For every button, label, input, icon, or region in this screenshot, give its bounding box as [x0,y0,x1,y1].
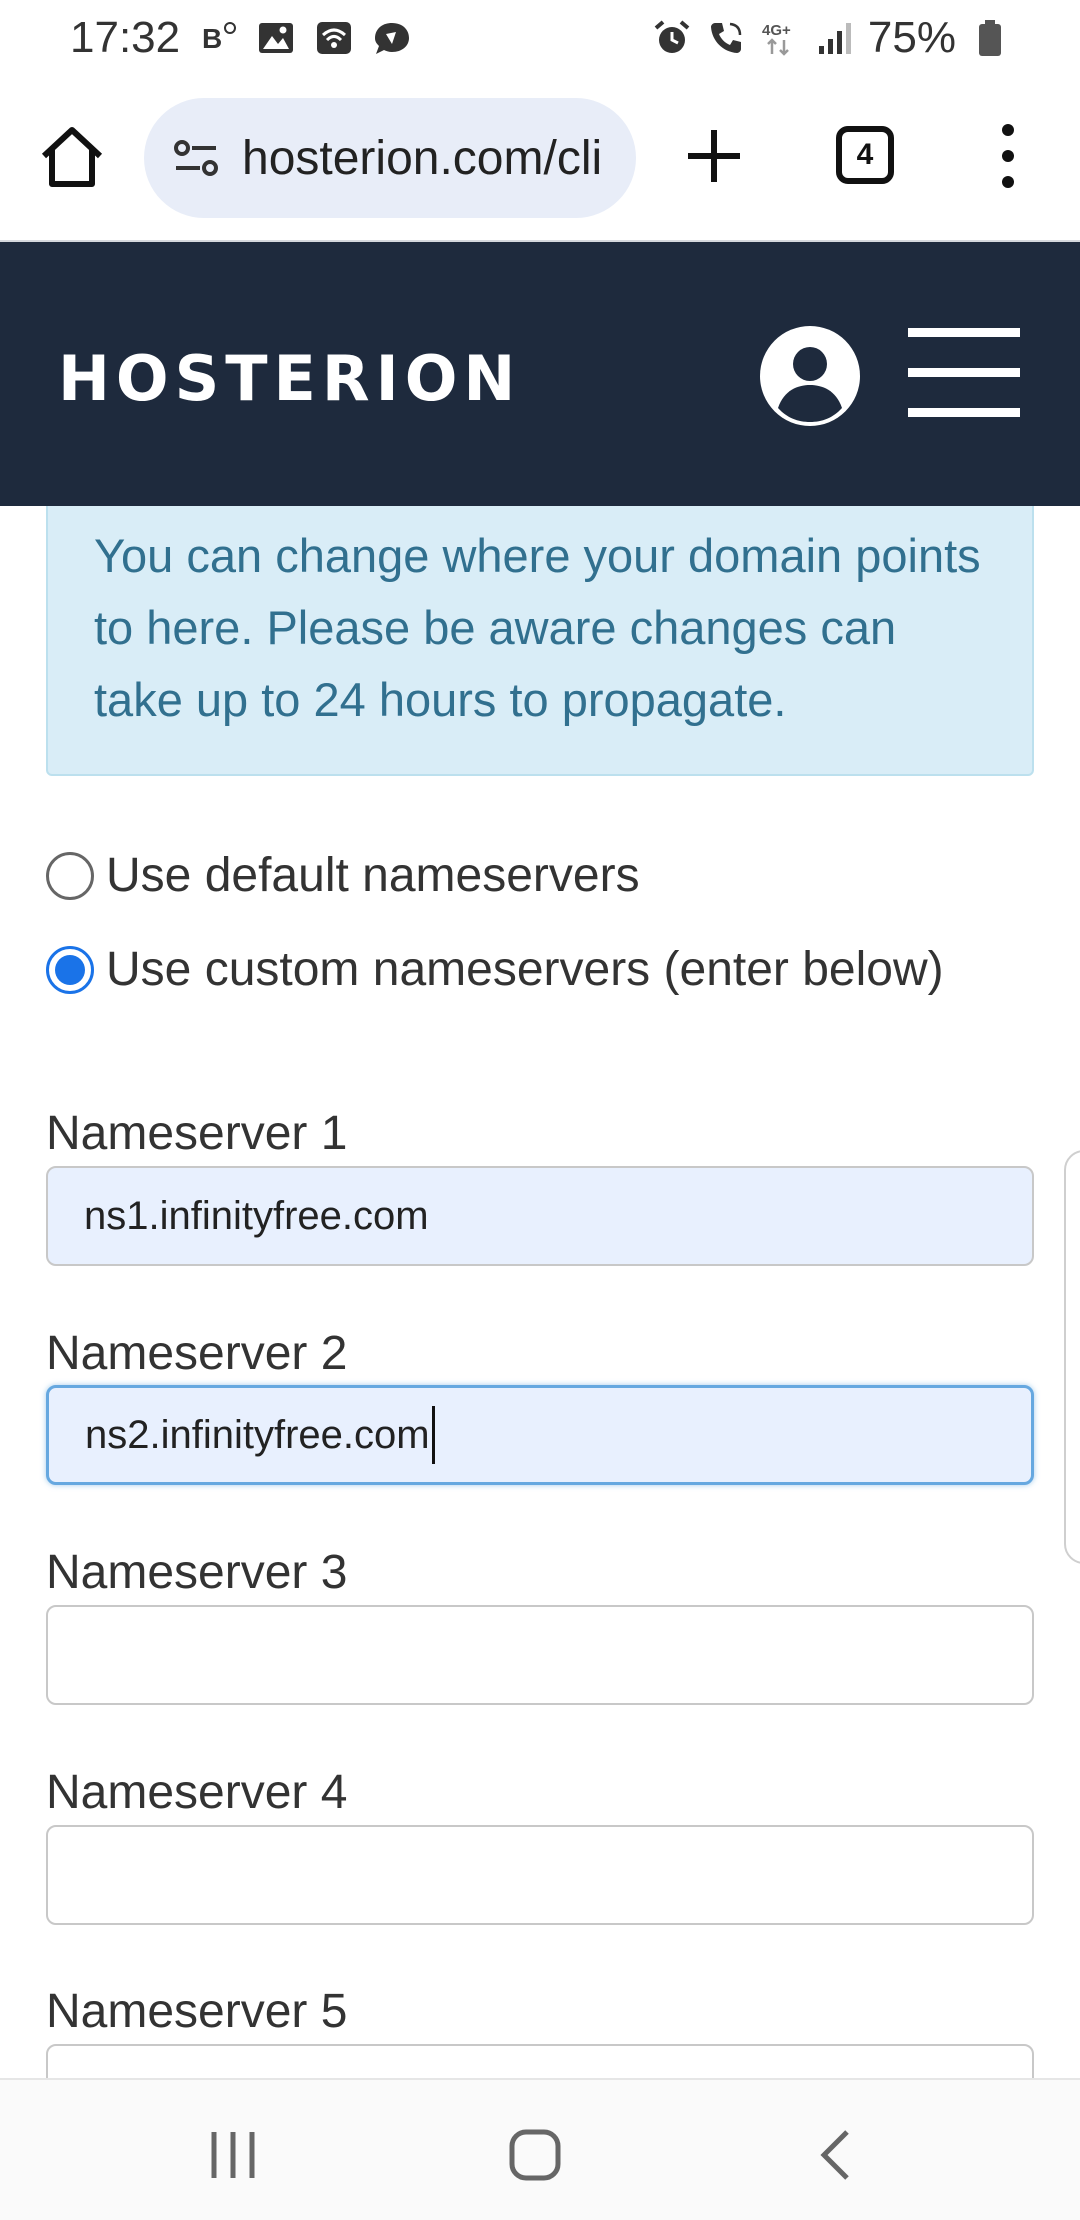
site-header: HOSTERION [0,242,1080,506]
account-button[interactable] [758,324,862,428]
nameserver-3-input[interactable] [46,1605,1034,1705]
b-app-notification-icon: B [198,18,238,58]
nameserver-5-input[interactable] [46,2044,1034,2078]
more-vert-icon [1002,124,1014,188]
svg-text:B: B [202,23,222,54]
chat-notification-icon [372,18,412,58]
nameserver-4-label: Nameserver 4 [46,1766,348,1819]
hamburger-line-2 [908,368,1020,377]
tab-switcher-button[interactable]: 4 [836,126,894,184]
status-right: 4G+ 75% [652,13,1010,63]
home-nav-button[interactable] [500,2120,570,2190]
nameserver-1-input[interactable]: ns1.infinityfree.com [46,1166,1034,1266]
tab-count: 4 [856,138,874,171]
back-button[interactable] [802,2120,872,2190]
nameserver-4-input[interactable] [46,1825,1034,1925]
browser-menu-button[interactable] [988,120,1028,192]
gallery-notification-icon [256,18,296,58]
radio-custom-nameservers[interactable]: Use custom nameservers (enter below) [46,942,944,997]
status-left: 17:32 B [70,13,412,63]
battery-percent: 75% [867,13,956,62]
radio-default-nameservers[interactable]: Use default nameservers [46,848,640,903]
nameserver-3-label: Nameserver 3 [46,1546,348,1599]
nameserver-1-label: Nameserver 1 [46,1107,348,1160]
home-icon [41,127,103,187]
account-circle-icon [760,326,860,426]
info-alert: You can change where your domain points … [46,506,1034,776]
recent-apps-icon [211,2132,255,2178]
home-square-icon [509,2129,561,2181]
nameserver-2-label: Nameserver 2 [46,1327,348,1380]
hamburger-line-1 [908,328,1020,337]
browser-toolbar: hosterion.com/cli 4 [0,90,1080,220]
site-logo[interactable]: HOSTERION [58,342,521,415]
call-volte-icon [706,18,746,58]
address-bar[interactable]: hosterion.com/cli [144,98,636,218]
home-button[interactable] [38,122,106,190]
battery-icon [970,18,1010,58]
status-bar: 17:32 B 4G+ 75% [0,0,1080,76]
network-type-icon: 4G+ [760,18,800,58]
radio-default-label: Use default nameservers [106,849,640,902]
info-alert-text: You can change where your domain points … [94,529,981,726]
nameserver-1-value: ns1.infinityfree.com [84,1193,429,1238]
radio-default-indicator[interactable] [46,851,94,900]
site-settings-icon [174,140,218,176]
page-content: You can change where your domain points … [0,506,1080,2078]
wifi-calling-notification-icon [314,18,354,58]
signal-strength-icon [814,18,854,58]
screen: 17:32 B 4G+ 75% hosterion.com/cli 4 HOST… [0,0,1080,2220]
radio-custom-indicator[interactable] [46,945,94,994]
nameserver-2-input[interactable]: ns2.infinityfree.com [46,1385,1034,1485]
site-menu-button[interactable] [908,328,1020,418]
plus-icon [688,130,740,182]
status-time: 17:32 [70,13,181,62]
nameserver-2-value: ns2.infinityfree.com [85,1412,430,1457]
back-chevron-icon [820,2130,849,2180]
nameserver-5-label: Nameserver 5 [46,1985,348,2038]
recent-apps-button[interactable] [198,2120,268,2190]
alarm-icon [652,18,692,58]
hamburger-line-3 [908,408,1020,417]
system-nav-bar [0,2078,1080,2220]
url-text: hosterion.com/cli [242,131,603,185]
text-cursor [431,1406,435,1464]
scroll-handle[interactable] [1064,1150,1080,1564]
svg-text:4G+: 4G+ [762,22,791,39]
new-tab-button[interactable] [684,126,744,186]
radio-custom-label: Use custom nameservers (enter below) [106,943,944,996]
